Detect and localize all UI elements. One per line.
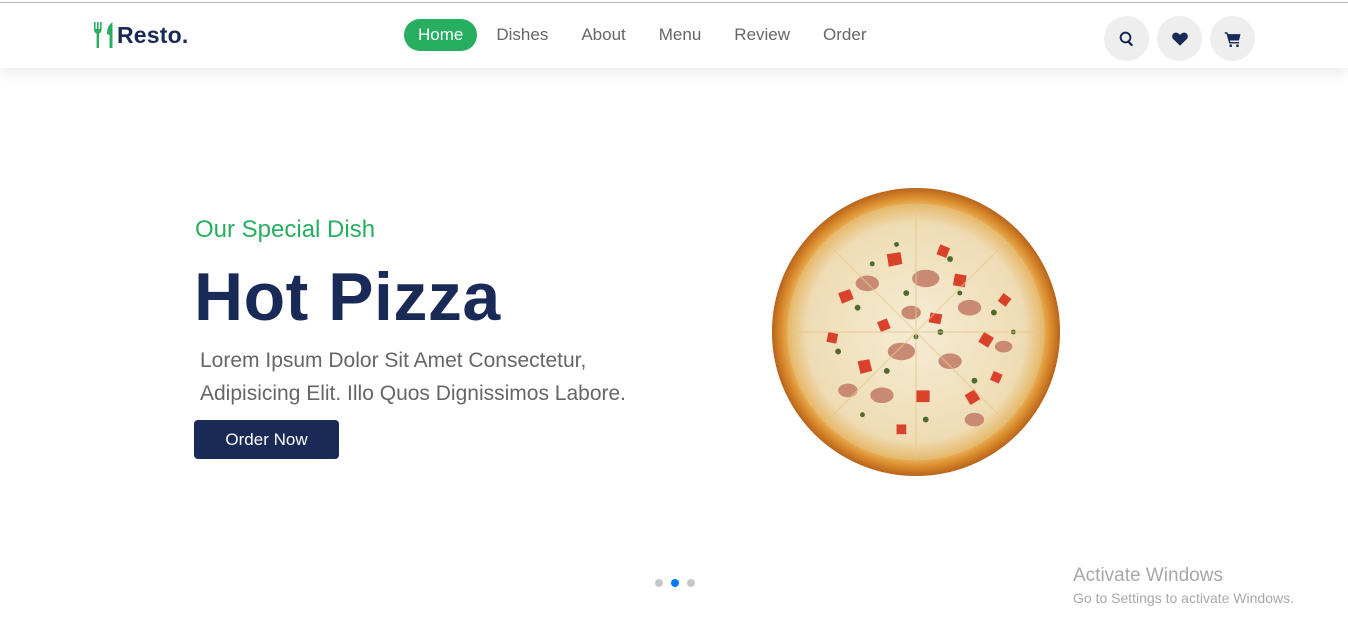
nav-home[interactable]: Home [404, 19, 478, 51]
favorites-button[interactable] [1157, 16, 1202, 61]
header-icons [1104, 16, 1263, 61]
site-header: Resto. Home Dishes About Menu Review Ord… [0, 3, 1348, 68]
main-nav: Home Dishes About Menu Review Order [404, 19, 886, 51]
hero-subtitle: Our Special Dish [195, 216, 376, 243]
utensils-icon [94, 22, 113, 48]
nav-menu[interactable]: Menu [645, 19, 716, 51]
watermark-line-2: Go to Settings to activate Windows. [1073, 590, 1294, 606]
pizza-image [771, 187, 1061, 477]
slider-dot-3[interactable] [687, 579, 695, 587]
nav-order[interactable]: Order [809, 19, 880, 51]
search-icon [1119, 31, 1133, 46]
slider-pagination [655, 579, 703, 587]
hero-title: Hot Pizza [194, 259, 501, 335]
search-button[interactable] [1104, 16, 1149, 61]
logo[interactable]: Resto. [93, 21, 189, 49]
slider-dot-1[interactable] [655, 579, 663, 587]
watermark-line-1: Activate Windows [1073, 565, 1223, 586]
hero-description: Lorem Ipsum Dolor Sit Amet Consectetur, … [200, 349, 627, 405]
slider-dot-2[interactable] [671, 579, 679, 587]
cart-button[interactable] [1210, 16, 1255, 61]
nav-review[interactable]: Review [720, 19, 804, 51]
cart-icon [1224, 31, 1240, 47]
nav-dishes[interactable]: Dishes [482, 19, 562, 51]
windows-activation-watermark: Activate Windows Go to Settings to activ… [1073, 565, 1294, 608]
heart-icon [1171, 32, 1188, 46]
order-now-button[interactable]: Order Now [194, 420, 339, 459]
logo-text: Resto. [117, 21, 189, 48]
nav-about[interactable]: About [567, 19, 639, 51]
